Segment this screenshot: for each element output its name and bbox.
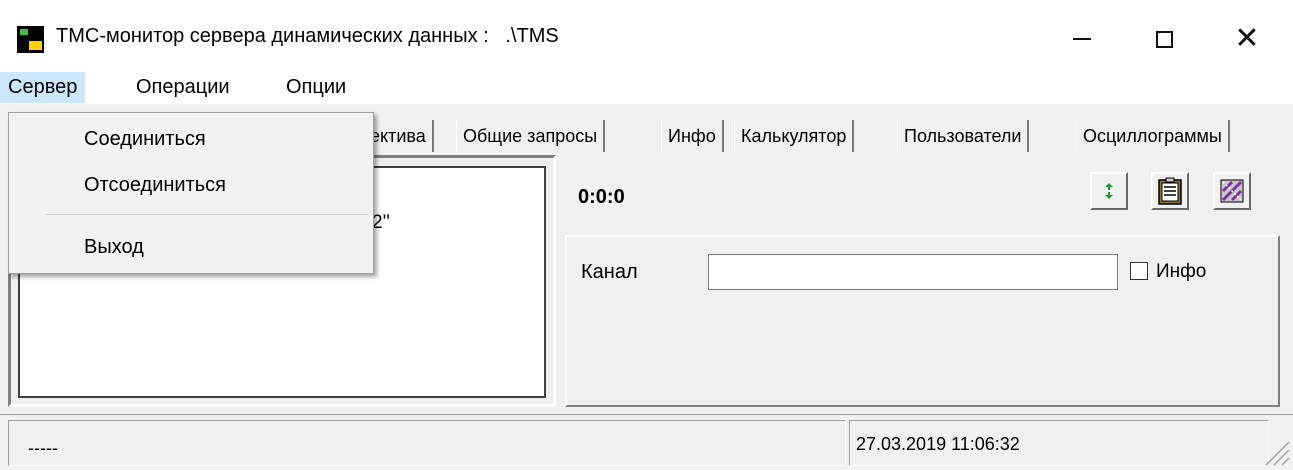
left-text-fragment: 2'' [372,212,390,233]
close-icon: ✕ [1234,22,1260,55]
channel-input[interactable] [708,254,1118,290]
close-button[interactable]: ✕ [1212,14,1282,64]
menu-item-disconnect[interactable]: Отсоединиться [84,174,226,197]
minimize-button[interactable] [1047,14,1117,64]
maximize-button[interactable] [1129,14,1199,64]
menu-item-connect[interactable]: Соединиться [84,128,206,151]
clipboard-button[interactable] [1151,172,1189,210]
minimize-icon [1073,38,1091,40]
status-text: ----- [28,438,58,458]
resize-grip-icon[interactable] [1262,440,1290,466]
menu-options[interactable]: Опции [278,72,354,103]
refresh-button[interactable] [1090,172,1128,210]
status-datetime: 27.03.2019 11:06:32 [856,434,1020,454]
menu-separator [46,214,368,215]
menu-operations[interactable]: Операции [128,72,238,103]
tab-general-requests[interactable]: Общие запросы [456,120,606,152]
time-display: 0:0:0 [578,186,625,208]
tab-oscillograms[interactable]: Осциллограммы [1076,120,1230,152]
info-checkbox[interactable] [1130,262,1148,280]
tab-info[interactable]: Инфо [661,120,724,152]
menu-item-exit[interactable]: Выход [84,236,144,259]
refresh-icon [1105,183,1113,199]
channel-label: Канал [581,261,638,283]
tab-users[interactable]: Пользователи [897,120,1030,152]
status-cell-left [8,420,846,466]
maximize-icon [1155,30,1173,48]
clipboard-icon [1158,177,1182,205]
tab-calculator[interactable]: Калькулятор [734,120,855,152]
info-checkbox-label: Инфо [1156,261,1207,282]
app-icon[interactable] [17,26,44,53]
pattern-icon [1220,179,1244,203]
menu-server[interactable]: Сервер [0,72,86,103]
window-title: ТМС-монитор сервера динамических данных … [56,25,559,47]
pattern-button[interactable] [1213,172,1251,210]
